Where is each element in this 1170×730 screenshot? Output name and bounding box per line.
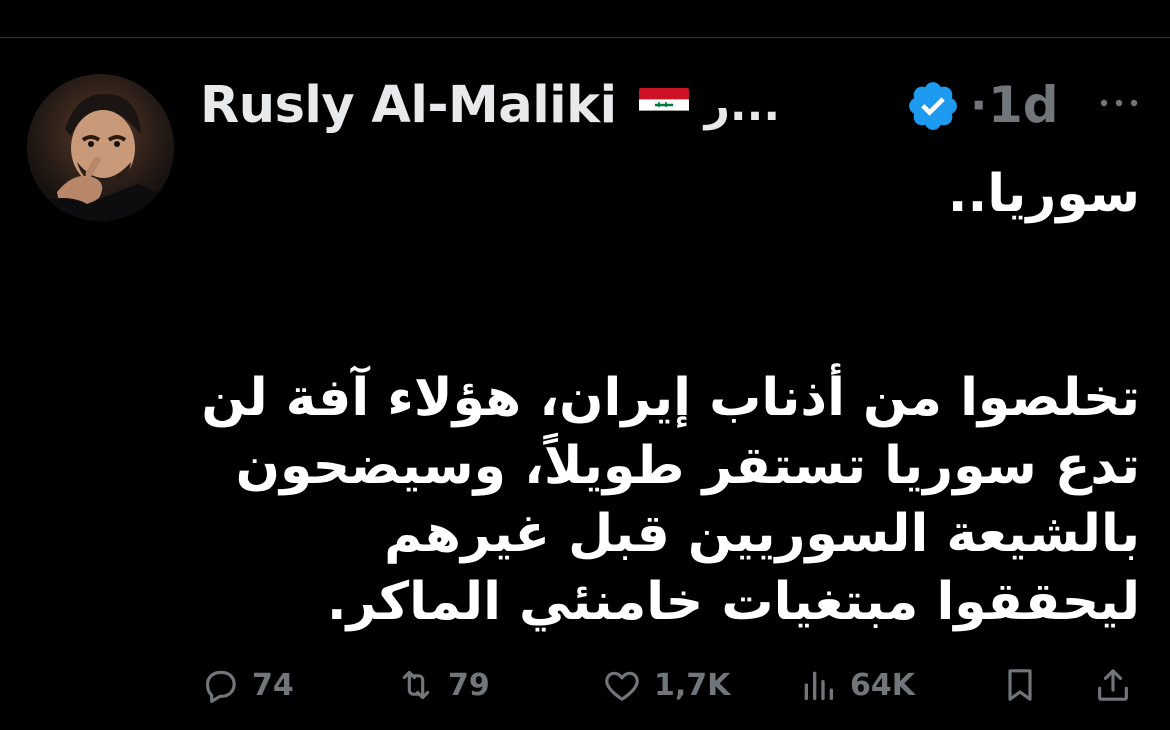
reply-button[interactable]: 74 bbox=[200, 655, 294, 715]
views-button[interactable]: 64K bbox=[798, 655, 915, 715]
like-count: 1,7K bbox=[654, 667, 731, 703]
verified-badge-icon bbox=[909, 82, 957, 130]
views-count: 64K bbox=[850, 667, 915, 703]
retweet-count: 79 bbox=[448, 667, 490, 703]
retweet-icon bbox=[402, 670, 430, 700]
tweet-actions: 74 79 1,7K 64K bbox=[0, 655, 1170, 715]
retweet-button[interactable]: 79 bbox=[396, 655, 490, 715]
more-icon[interactable] bbox=[1099, 97, 1139, 109]
share-button[interactable] bbox=[1093, 655, 1133, 715]
author-display-name[interactable]: Rusly Al-Maliki bbox=[200, 76, 617, 135]
bookmark-icon bbox=[1008, 669, 1032, 701]
tweet-page: Rusly Al-Maliki ر... · 1d سوريا.. تخلصوا… bbox=[0, 0, 1170, 730]
tweet-timestamp[interactable]: 1d bbox=[988, 72, 1059, 138]
tweet-header: Rusly Al-Maliki ر... · 1d bbox=[200, 72, 1145, 138]
heart-icon bbox=[605, 671, 639, 701]
views-icon bbox=[804, 671, 833, 700]
avatar-image bbox=[27, 74, 174, 221]
tweet-text: سوريا.. تخلصوا من أذناب إيران، هؤلاء آفة… bbox=[201, 164, 1140, 632]
like-button[interactable]: 1,7K bbox=[602, 655, 730, 715]
iraq-flag-icon bbox=[638, 88, 689, 122]
share-icon bbox=[1098, 669, 1128, 701]
separator-dot: · bbox=[970, 78, 988, 132]
reply-count: 74 bbox=[252, 667, 294, 703]
author-handle[interactable]: ر... bbox=[705, 80, 781, 131]
divider bbox=[0, 37, 1170, 38]
bookmark-button[interactable] bbox=[1000, 655, 1040, 715]
reply-icon bbox=[205, 670, 236, 703]
avatar[interactable] bbox=[27, 74, 174, 221]
